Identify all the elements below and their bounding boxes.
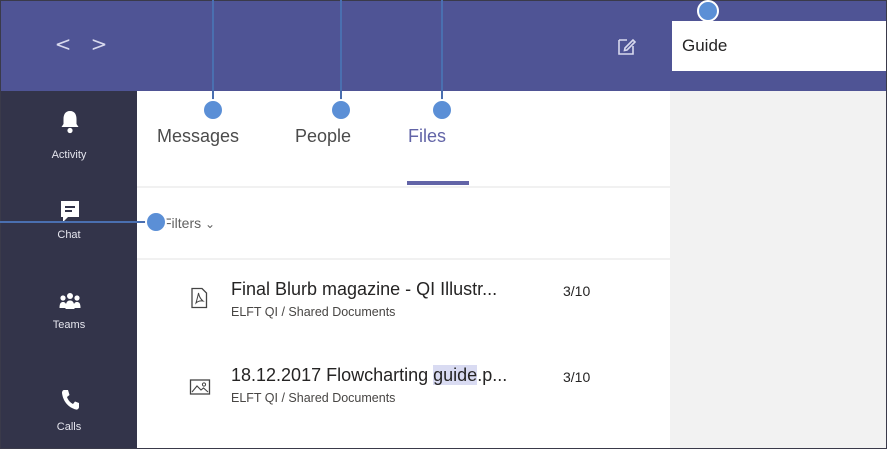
divider — [137, 186, 670, 188]
file-date: 3/10 — [563, 369, 591, 385]
filters-button[interactable]: Filters ⌄ — [163, 215, 215, 231]
tab-messages[interactable]: Messages — [157, 126, 239, 147]
rail-item-teams[interactable]: Teams — [1, 291, 137, 361]
top-bar: < > — [1, 1, 886, 91]
callout-line — [340, 0, 342, 100]
phone-icon — [59, 387, 81, 413]
file-name: Final Blurb magazine - QI Illustr... — [231, 279, 498, 299]
compose-icon[interactable] — [615, 34, 639, 58]
content-pane — [670, 91, 886, 448]
rail-item-calls[interactable]: Calls — [1, 387, 137, 448]
tab-files[interactable]: Files — [408, 126, 446, 147]
back-button[interactable]: < — [53, 31, 73, 57]
callout-marker-people — [330, 99, 352, 121]
search-input[interactable] — [672, 21, 886, 71]
teams-icon — [59, 291, 81, 317]
callout-line — [212, 0, 214, 100]
callout-marker-search — [697, 0, 719, 22]
rail-item-label: Calls — [56, 421, 82, 433]
bell-icon — [59, 109, 81, 135]
rail-item-label: Activity — [51, 149, 87, 161]
rail-item-label: Teams — [52, 319, 86, 331]
file-path: ELFT QI / Shared Documents — [231, 305, 396, 319]
rail-item-label: Chat — [57, 229, 81, 241]
filters-label: Filters — [163, 215, 202, 231]
callout-line — [441, 0, 443, 100]
pdf-file-icon — [189, 287, 209, 309]
search-results-panel: Messages People Files Filters ⌄ Final Bl… — [137, 91, 670, 448]
callout-marker-files — [431, 99, 453, 121]
file-result-row[interactable]: 18.12.2017 Flowcharting guide.p... 3/10 … — [137, 365, 670, 425]
file-result-row[interactable]: Final Blurb magazine - QI Illustr... 3/1… — [137, 279, 670, 339]
rail-item-activity[interactable]: Activity — [1, 109, 137, 179]
callout-line — [0, 221, 150, 223]
tab-people[interactable]: People — [295, 126, 351, 147]
image-file-icon — [189, 377, 211, 399]
file-date: 3/10 — [563, 283, 591, 299]
callout-marker-filters — [145, 211, 167, 233]
active-tab-indicator — [407, 181, 469, 185]
teams-window: < > Activity — [0, 0, 887, 449]
app-rail: Activity Chat Teams Calls — [1, 91, 137, 448]
file-name: 18.12.2017 Flowcharting guide.p... — [231, 365, 508, 385]
file-path: ELFT QI / Shared Documents — [231, 391, 396, 405]
forward-button[interactable]: > — [89, 31, 109, 57]
search-term-highlight: guide — [433, 365, 478, 385]
chevron-down-icon: ⌄ — [205, 217, 216, 231]
divider — [137, 258, 670, 260]
rail-item-chat[interactable]: Chat — [1, 199, 137, 269]
callout-marker-messages — [202, 99, 224, 121]
